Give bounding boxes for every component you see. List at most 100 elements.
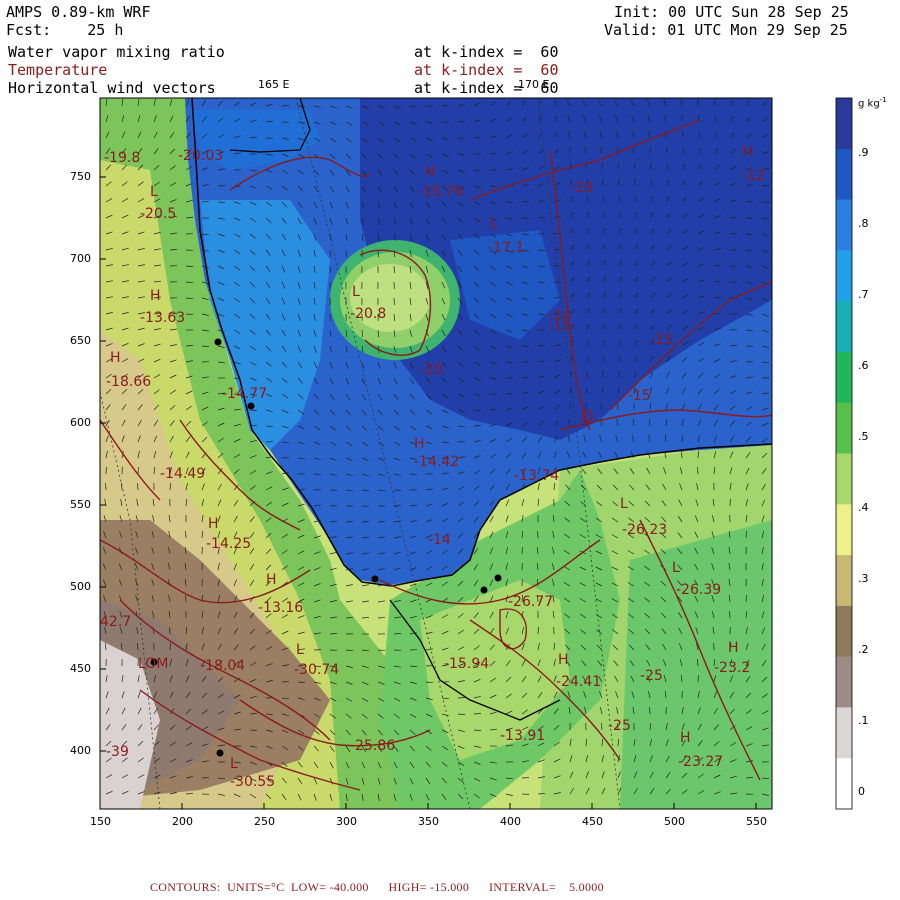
x-tick-label: 250: [254, 815, 275, 828]
station-dot: [494, 574, 502, 582]
colorbar: [835, 97, 853, 810]
x-tick-label: 550: [746, 815, 767, 828]
colorbar-label: .6: [858, 358, 869, 372]
contour-label: L: [672, 560, 680, 576]
colorbar-swatch: [836, 555, 852, 607]
y-tick-label: 650: [70, 334, 91, 347]
station-dot: [214, 338, 222, 346]
contour-label: -25: [608, 718, 631, 734]
contour-label: L: [620, 496, 628, 512]
y-tick-label: 500: [70, 580, 91, 593]
contour-label: -15.94: [444, 656, 489, 672]
x-tick-label: 300: [336, 815, 357, 828]
colorbar-swatch: [836, 250, 852, 302]
x-tick-label: 500: [664, 815, 685, 828]
contour-label: -26.77: [508, 594, 553, 610]
colorbar-label: .1: [858, 714, 869, 728]
colorbar-unit-text: g kg: [858, 98, 880, 110]
contour-label: H: [414, 436, 425, 452]
contour-label: H: [728, 640, 739, 656]
contour-label: H: [680, 730, 691, 746]
contour-label: -14.77: [222, 386, 267, 402]
contour-label: H: [266, 572, 277, 588]
colorbar-label: .2: [858, 643, 869, 657]
station-dot: [247, 402, 255, 410]
contour-label: -39: [106, 744, 129, 760]
colorbar-swatch: [836, 351, 852, 404]
contour-label: -12: [742, 168, 765, 184]
contour-label: -14.49: [160, 466, 205, 482]
contour-label: -20.5: [140, 206, 176, 222]
contour-label: H: [425, 164, 436, 180]
y-tick-label: 400: [70, 744, 91, 757]
contour-label: -13.16: [258, 600, 303, 616]
contour-label: -13.91: [500, 728, 545, 744]
contour-label: -20.8: [350, 306, 386, 322]
contour-label: -20: [420, 362, 443, 378]
contour-label: H: [558, 652, 569, 668]
colorbar-label: 0: [858, 785, 865, 799]
colorbar-label: .4: [858, 501, 869, 515]
contours-info: CONTOURS: UNITS=°C LOW= -40.000 HIGH= -1…: [150, 880, 604, 894]
contour-label: -25: [640, 668, 663, 684]
station-dot: [480, 586, 488, 594]
y-tick-label: 750: [70, 170, 91, 183]
x-tick-label: 200: [172, 815, 193, 828]
contour-label: L: [490, 216, 498, 232]
x-tick-label: 150: [90, 815, 111, 828]
colorbar-swatch: [836, 402, 852, 454]
contour-label: H: [110, 350, 121, 366]
contour-label: -15: [628, 388, 651, 404]
x-tick-label: 450: [582, 815, 603, 828]
contour-label: L: [150, 184, 158, 200]
contour-label: -17.1: [488, 240, 524, 256]
colorbar-swatch: [836, 707, 852, 759]
colorbar-unit-exponent: -1: [879, 96, 887, 104]
y-tick-label: 550: [70, 498, 91, 511]
contour-label: -13.74: [514, 468, 559, 484]
contour-label: -24.41: [556, 674, 601, 690]
map-figure: -19.8 -20.03 H -15.76 H -12 L -20.5 -19 L -17.1 -14…: [99, 97, 853, 810]
colorbar-swatch: [836, 758, 852, 810]
colorbar-swatch: [836, 98, 852, 150]
colorbar-swatch: [836, 301, 852, 353]
contour-label: -15: [548, 318, 571, 334]
y-tick-label: 600: [70, 416, 91, 429]
colorbar-swatch: [836, 605, 852, 658]
contour-label: -18.66: [106, 374, 151, 390]
y-tick-label: 450: [70, 662, 91, 675]
contour-label: -30.55: [230, 774, 275, 790]
contour-label: -18.04: [200, 658, 245, 674]
contour-label: -15.76: [418, 184, 463, 200]
colorbar-swatch: [836, 199, 852, 251]
colorbar-label: .3: [858, 572, 869, 586]
contour-label: -14: [428, 532, 451, 548]
contour-label: L: [230, 756, 238, 772]
contour-label: -20.03: [178, 148, 223, 164]
contour-label: -26.39: [676, 582, 721, 598]
contour-label: -19.8: [104, 150, 140, 166]
contour-label: -30.74: [294, 662, 339, 678]
colorbar-swatch: [836, 453, 852, 505]
y-tick-label: 700: [70, 252, 91, 265]
station-dot: [216, 749, 224, 757]
colorbar-unit: g kg-1: [858, 96, 887, 109]
contour-label: -13.63: [140, 310, 185, 326]
contour-label: -23.2: [714, 660, 750, 676]
contour-label: -23.27: [678, 754, 723, 770]
contour-label: -25.86: [350, 738, 395, 754]
colorbar-label: .7: [858, 287, 869, 301]
colorbar-label: .5: [858, 429, 869, 443]
contour-label: L: [352, 284, 360, 300]
x-tick-label: 400: [500, 815, 521, 828]
colorbar-label: .8: [858, 216, 869, 230]
contour-label: H: [742, 144, 753, 160]
station-dot: [371, 575, 379, 583]
contour-label: -14.42: [414, 454, 459, 470]
contour-label: H: [208, 516, 219, 532]
x-tick-label: 350: [418, 815, 439, 828]
contour-label: -26.23: [622, 522, 667, 538]
contour-label: L: [296, 642, 304, 658]
colorbar-swatch: [836, 656, 852, 708]
map-plot-area: -19.8 -20.03 H -15.76 H -12 L -20.5 -19 L -17.1 -14…: [100, 98, 772, 809]
